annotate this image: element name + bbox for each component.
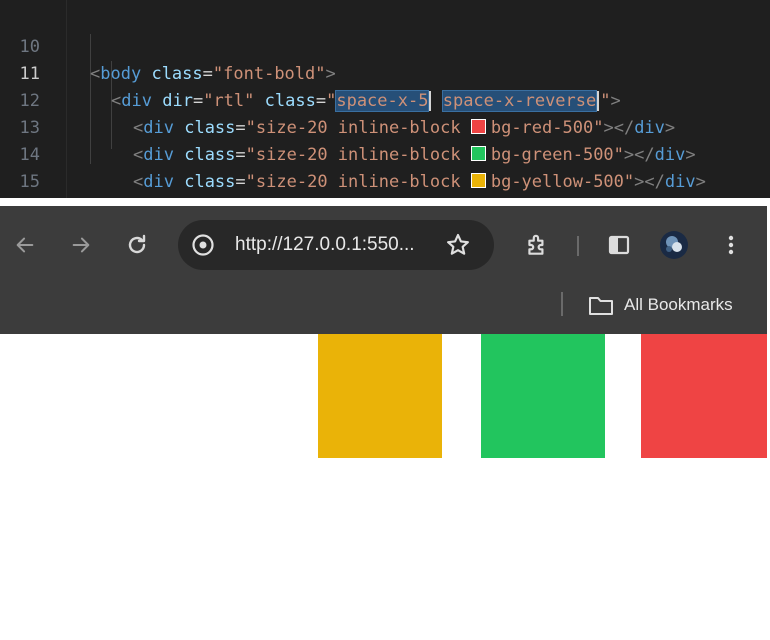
address-bar[interactable]: http://127.0.0.1:550... [178,220,494,270]
folder-icon [589,297,613,315]
text-cursor [597,91,600,111]
star-icon [447,233,469,255]
url-text[interactable]: http://127.0.0.1:550... [235,220,415,270]
code-line-10[interactable]: 10 <body class="font-bold"> [0,7,336,84]
site-info-button[interactable] [188,230,218,260]
panel-divider [0,198,770,206]
extensions-button[interactable] [522,230,552,260]
code-line-11[interactable]: 11 <div dir="rtl" class="space-x-5 space… [0,34,621,112]
page-content [0,334,767,640]
color-swatch-yellow[interactable] [470,173,486,188]
site-info-icon [192,234,214,256]
red-box [641,334,767,458]
profile-avatar [660,231,688,259]
selected-text: space-x-reverse [441,90,598,112]
browser-toolbar: http://127.0.0.1:550... All Bookmarks [0,206,767,334]
text-cursor [429,91,432,111]
back-button[interactable] [10,230,40,260]
side-panel-icon [608,235,630,255]
forward-button[interactable] [66,230,96,260]
extensions-icon [528,234,544,255]
code-line-12[interactable]: 12 <div class="size-20 inline-block bg-r… [0,61,676,138]
indent-guide [90,34,91,164]
selected-text: space-x-5 [335,90,430,112]
color-swatch-red[interactable] [470,119,486,134]
more-menu-button[interactable] [716,230,746,260]
green-box [481,334,605,458]
back-arrow-icon [16,237,34,253]
bookmarks-separator [561,292,563,316]
reload-icon [128,234,146,254]
code-editor[interactable]: 10 <body class="font-bold"> 11 <div dir=… [0,0,770,246]
reload-button[interactable] [122,230,152,260]
gutter-separator [66,0,67,198]
profile-button[interactable] [659,230,689,260]
code-line-14[interactable]: 14 <div class="size-20 inline-block bg-y… [0,115,706,192]
all-bookmarks-label: All Bookmarks [624,295,733,314]
all-bookmarks-button[interactable]: All Bookmarks [588,290,733,320]
color-swatch-green[interactable] [470,146,486,161]
side-panel-button[interactable] [604,230,634,260]
code-line-16[interactable]: 16 </body> [0,169,162,246]
toolbar-separator [577,236,579,256]
code-line-13[interactable]: 13 <div class="size-20 inline-block bg-g… [0,88,696,165]
yellow-box [318,334,442,458]
more-menu-icon [728,235,734,255]
forward-arrow-icon [72,237,90,253]
bookmark-star-button[interactable] [443,230,473,260]
code-line-15[interactable]: 15 </div> [0,142,173,219]
